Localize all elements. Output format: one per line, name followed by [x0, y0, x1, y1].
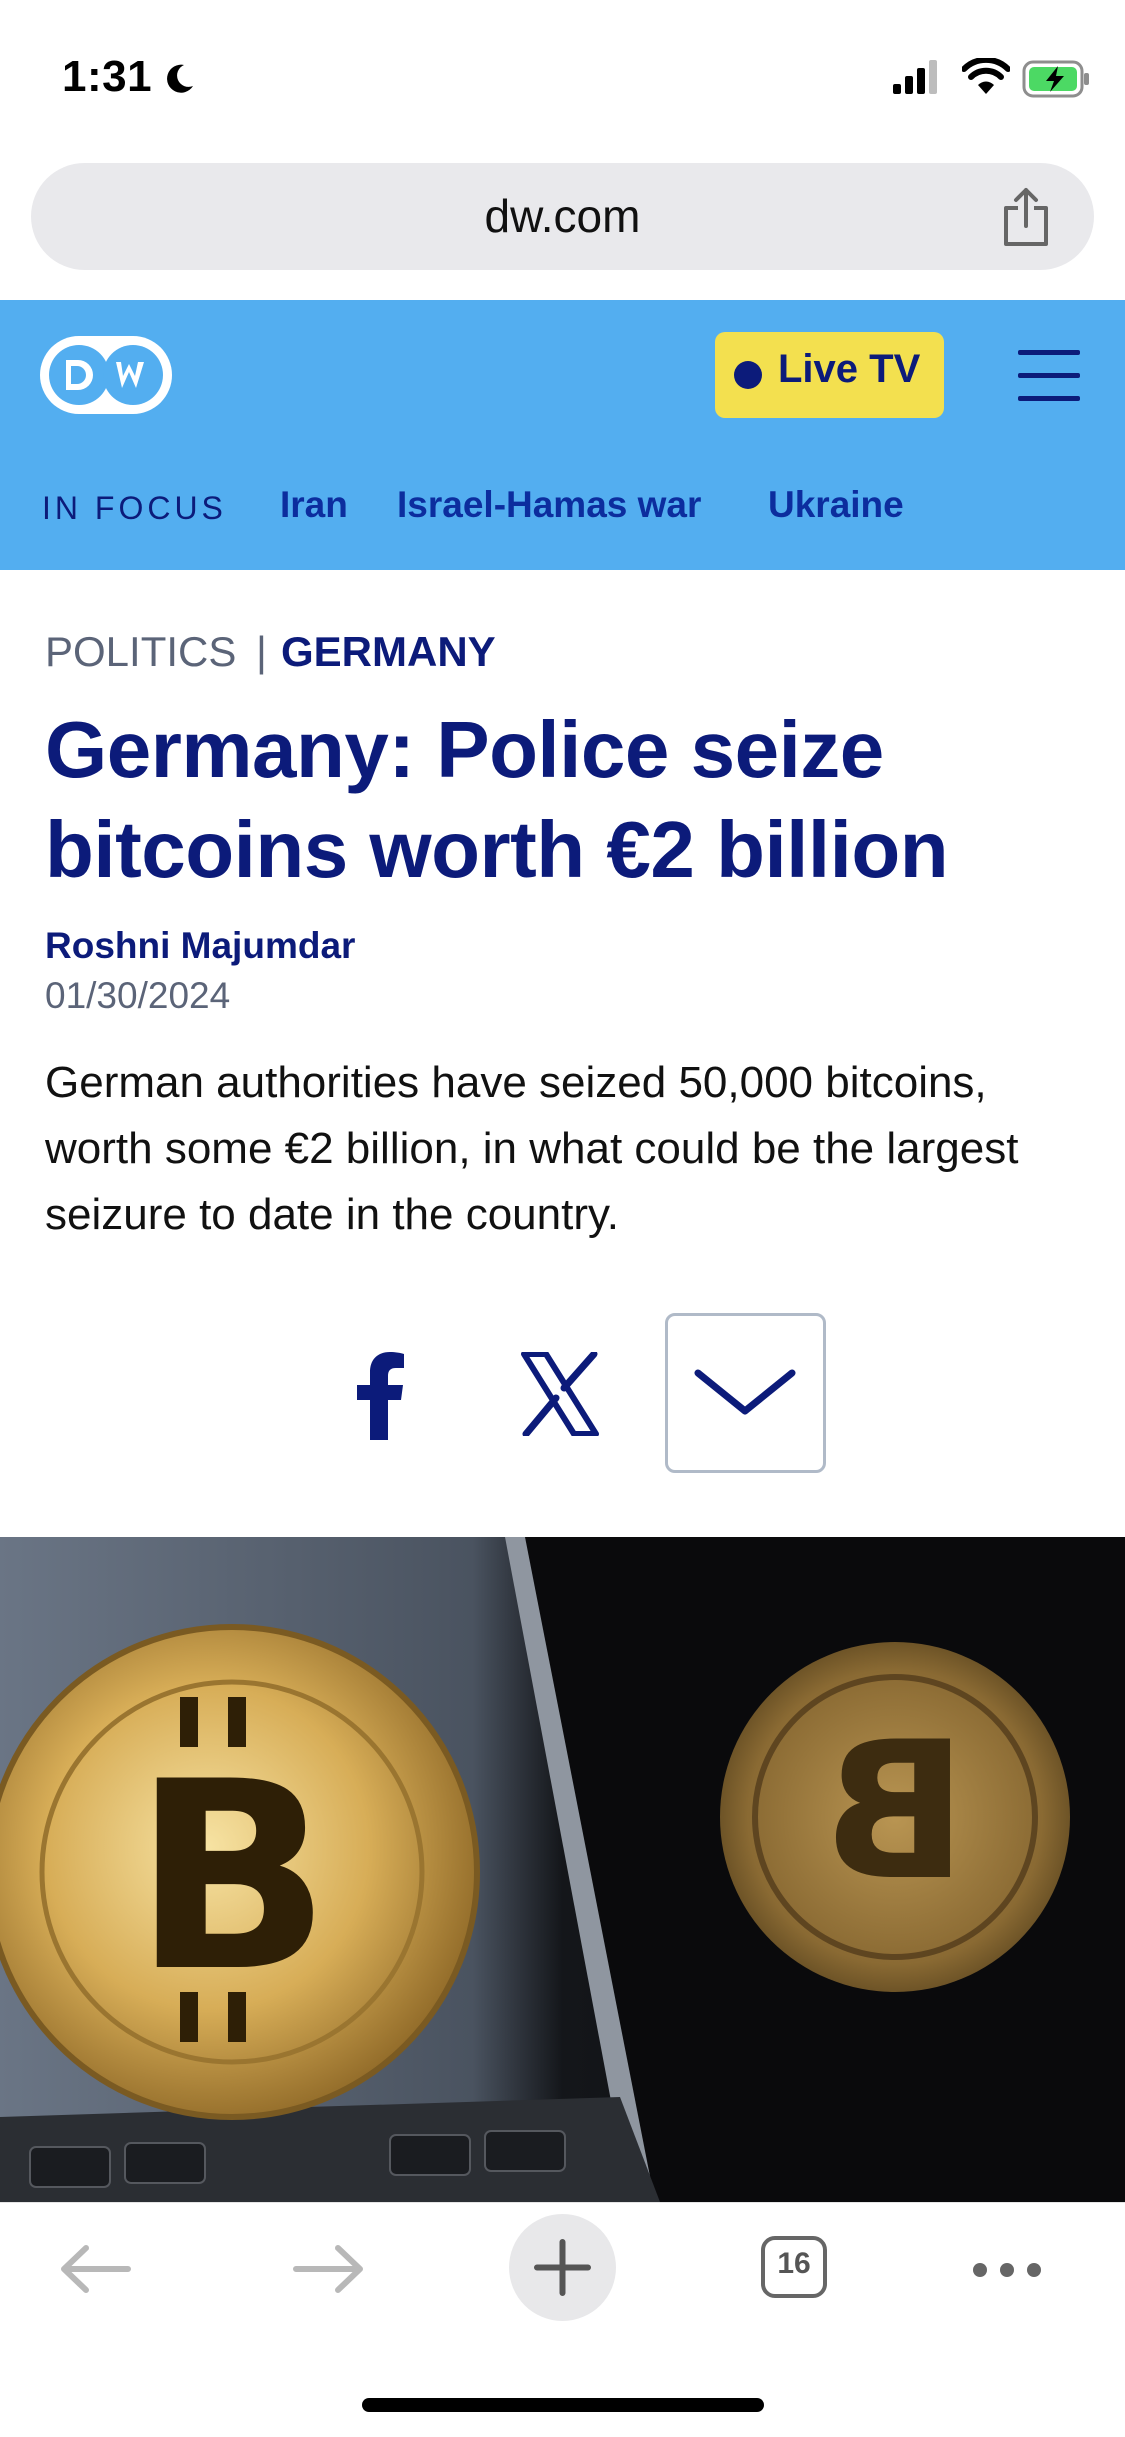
- wifi-icon: [962, 58, 1010, 94]
- facebook-icon[interactable]: [350, 1350, 410, 1440]
- dw-logo[interactable]: [38, 334, 174, 416]
- x-icon[interactable]: [520, 1352, 600, 1436]
- focus-link-israel-hamas-war[interactable]: Israel-Hamas war: [397, 484, 701, 526]
- share-icon[interactable]: [1000, 186, 1052, 248]
- plus-icon[interactable]: [509, 2214, 616, 2321]
- battery-charging-icon: [1022, 60, 1089, 98]
- cellular-signal-icon: [893, 60, 937, 94]
- article-teaser: German authorities have seized 50,000 bi…: [45, 1058, 1019, 1239]
- focus-link-iran[interactable]: Iran: [280, 484, 348, 526]
- live-tv-label[interactable]: Live TV: [778, 347, 920, 392]
- region-link[interactable]: GERMANY: [281, 628, 496, 676]
- moon-icon: [167, 64, 193, 93]
- in-focus-label: IN FOCUS: [42, 490, 227, 526]
- live-dot-icon: [734, 361, 762, 389]
- status-time: 1:31: [62, 52, 153, 101]
- hamburger-menu-icon[interactable]: [1018, 350, 1080, 402]
- article-headline: Germany: Police seize bitcoins worth €2 …: [45, 705, 949, 894]
- url-text[interactable]: dw.com: [31, 163, 1094, 270]
- svg-text:B: B: [133, 1727, 331, 2029]
- arrow-left-icon[interactable]: [58, 2244, 132, 2294]
- author-link[interactable]: Roshni Majumdar: [45, 925, 355, 967]
- ellipsis-icon[interactable]: [970, 2260, 1044, 2280]
- arrow-right-icon[interactable]: [292, 2244, 366, 2294]
- focus-link-ukraine[interactable]: Ukraine: [768, 484, 904, 526]
- category-separator: |: [256, 628, 267, 675]
- address-bar[interactable]: dw.com: [31, 163, 1094, 270]
- publish-date: 01/30/2024: [45, 975, 231, 1016]
- home-indicator[interactable]: [362, 2398, 764, 2412]
- article-hero-image[interactable]: B B: [0, 1537, 1125, 2202]
- svg-text:B: B: [823, 1701, 968, 1922]
- tabs-count[interactable]: 16: [761, 2247, 827, 2281]
- category-link[interactable]: POLITICS: [45, 628, 236, 676]
- chevron-down-icon[interactable]: [692, 1365, 798, 1421]
